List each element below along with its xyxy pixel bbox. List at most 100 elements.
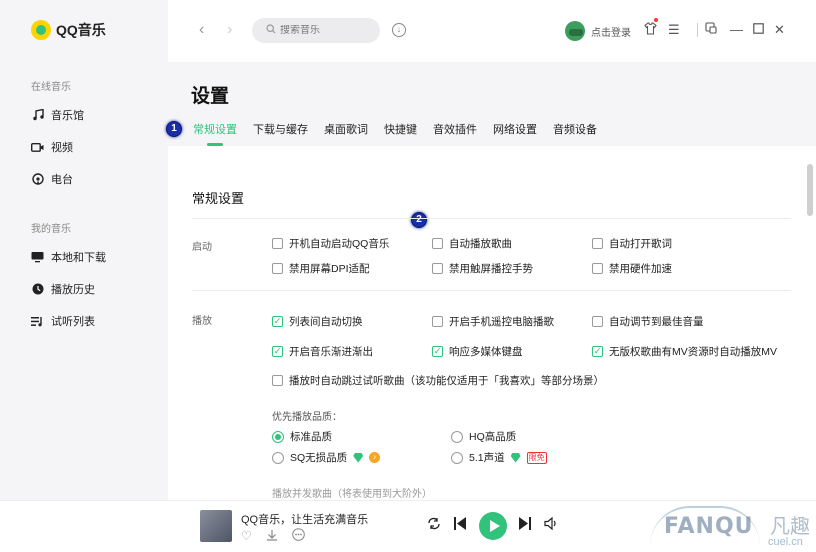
checkbox[interactable] xyxy=(272,238,283,249)
watermark-text: FANQU xyxy=(664,514,754,539)
option-disable-dpi[interactable]: 禁用屏幕DPI适配 xyxy=(272,261,370,276)
volume-icon[interactable] xyxy=(544,516,558,534)
album-cover[interactable] xyxy=(200,510,232,542)
sidebar-item-radio[interactable]: 电台 xyxy=(31,171,73,187)
sidebar-item-label: 音乐馆 xyxy=(51,110,84,122)
page-title: 设置 xyxy=(191,86,230,107)
sidebar-item-music-hall[interactable]: 音乐馆 xyxy=(31,107,84,123)
vip-diamond-icon xyxy=(510,452,521,463)
top-bar: ‹ › ↓ 点击登录 ☰ — ✕ xyxy=(168,0,816,62)
option-skip-trial[interactable]: 播放时自动跳过试听歌曲（该功能仅适用于「我喜欢」等部分场景） xyxy=(272,373,604,388)
checkbox[interactable] xyxy=(432,238,443,249)
search-box[interactable] xyxy=(252,18,380,43)
option-disable-hw-accel[interactable]: 禁用硬件加速 xyxy=(592,261,672,276)
option-label: 禁用硬件加速 xyxy=(609,263,672,275)
tab-desktop-lyrics[interactable]: 桌面歌词 xyxy=(324,121,368,143)
option-label: 响应多媒体键盘 xyxy=(449,346,523,358)
previous-track-icon[interactable] xyxy=(454,517,466,534)
sidebar-item-label: 试听列表 xyxy=(51,316,95,328)
checkbox[interactable] xyxy=(592,316,603,327)
tab-sound-plugins[interactable]: 音效插件 xyxy=(433,121,477,143)
more-icon[interactable] xyxy=(292,528,305,544)
divider xyxy=(697,23,698,37)
option-auto-mv[interactable]: ✓ 无版权歌曲有MV资源时自动播放MV xyxy=(592,344,777,359)
repeat-icon[interactable] xyxy=(427,517,441,534)
option-label: 禁用屏幕DPI适配 xyxy=(289,263,370,275)
sidebar-group-mine: 我的音乐 xyxy=(31,224,71,235)
tab-shortcuts[interactable]: 快捷键 xyxy=(384,121,417,143)
search-icon xyxy=(266,24,276,37)
radio-hq-quality[interactable]: HQ高品质 xyxy=(451,429,516,444)
download-icon[interactable]: ↓ xyxy=(392,23,406,37)
play-button[interactable] xyxy=(479,512,507,540)
download-icon[interactable] xyxy=(266,529,278,544)
login-button[interactable]: 点击登录 xyxy=(565,21,631,41)
divider xyxy=(192,290,791,291)
forward-arrow-icon[interactable]: › xyxy=(227,21,232,39)
radio-51-channel[interactable]: 5.1声道 限免 xyxy=(451,450,547,465)
next-track-icon[interactable] xyxy=(519,517,531,534)
scrollbar-thumb[interactable] xyxy=(807,164,813,216)
mini-mode-icon[interactable] xyxy=(705,22,717,38)
checkbox[interactable] xyxy=(592,238,603,249)
minimize-icon[interactable]: — xyxy=(730,22,743,38)
radio-button[interactable] xyxy=(272,451,284,464)
tab-network[interactable]: 网络设置 xyxy=(493,121,537,143)
option-label: 开启手机遥控电脑播歌 xyxy=(449,316,554,328)
watermark-sub: cuel.cn xyxy=(768,536,803,548)
free-limited-tag: 限免 xyxy=(526,451,547,464)
option-label: 禁用触屏播控手势 xyxy=(449,263,533,275)
music-note-icon xyxy=(31,109,44,122)
app-logo[interactable]: QQ音乐 xyxy=(31,20,106,40)
skin-icon[interactable] xyxy=(644,22,657,39)
option-list-auto-switch[interactable]: ✓ 列表间自动切换 xyxy=(272,314,363,329)
notification-dot xyxy=(654,18,658,22)
option-auto-volume[interactable]: 自动调节到最佳音量 xyxy=(592,314,704,329)
checkbox[interactable] xyxy=(272,263,283,274)
checkbox[interactable]: ✓ xyxy=(272,316,283,327)
radio-button[interactable] xyxy=(272,430,284,443)
radio-button[interactable] xyxy=(451,430,463,443)
menu-icon[interactable]: ☰ xyxy=(668,22,680,38)
option-label: SQ无损品质 xyxy=(290,452,348,464)
option-autoplay[interactable]: 自动播放歌曲 xyxy=(432,236,512,251)
checkbox[interactable]: ✓ xyxy=(272,346,283,357)
settings-tabs: 常规设置 下载与缓存 桌面歌词 快捷键 音效插件 网络设置 音频设备 xyxy=(193,121,597,146)
option-auto-lyrics[interactable]: 自动打开歌词 xyxy=(592,236,672,251)
tab-audio-device[interactable]: 音频设备 xyxy=(553,121,597,143)
back-arrow-icon[interactable]: ‹ xyxy=(199,21,204,39)
search-input[interactable] xyxy=(280,25,370,36)
section-title: 常规设置 xyxy=(192,191,245,206)
checkbox[interactable] xyxy=(592,263,603,274)
radio-standard-quality[interactable]: 标准品质 xyxy=(272,429,332,444)
checkbox[interactable]: ✓ xyxy=(432,346,443,357)
radio-sq-quality[interactable]: SQ无损品质 ♪ xyxy=(272,450,381,465)
option-fade-in-out[interactable]: ✓ 开启音乐渐进渐出 xyxy=(272,344,373,359)
option-media-keys[interactable]: ✓ 响应多媒体键盘 xyxy=(432,344,523,359)
checkbox[interactable]: ✓ xyxy=(592,346,603,357)
heart-icon[interactable]: ♡ xyxy=(241,529,252,543)
quality-label: 优先播放品质： xyxy=(272,412,342,423)
checkbox[interactable] xyxy=(432,263,443,274)
sidebar-item-label: 播放历史 xyxy=(51,284,95,296)
vip-diamond-icon xyxy=(353,452,364,463)
sidebar-item-play-history[interactable]: 播放历史 xyxy=(31,281,95,297)
option-autostart[interactable]: 开机自动启动QQ音乐 xyxy=(272,236,389,251)
checkbox[interactable] xyxy=(432,316,443,327)
sidebar-item-label: 视频 xyxy=(51,142,73,154)
sidebar-item-trial-list[interactable]: 试听列表 xyxy=(31,313,95,329)
maximize-icon[interactable] xyxy=(753,22,764,38)
option-disable-touch[interactable]: 禁用触屏播控手势 xyxy=(432,261,533,276)
close-icon[interactable]: ✕ xyxy=(774,22,785,38)
login-label: 点击登录 xyxy=(591,27,631,39)
option-phone-remote[interactable]: 开启手机遥控电脑播歌 xyxy=(432,314,554,329)
settings-page: 设置 常规设置 下载与缓存 桌面歌词 快捷键 音效插件 网络设置 音频设备 1 … xyxy=(166,62,816,500)
tab-general[interactable]: 常规设置 xyxy=(193,121,237,146)
sidebar-item-video[interactable]: 视频 xyxy=(31,139,73,155)
sidebar-item-local-download[interactable]: 本地和下载 xyxy=(31,249,106,265)
tab-download-cache[interactable]: 下载与缓存 xyxy=(253,121,308,143)
radio-button[interactable] xyxy=(451,451,463,464)
checkbox[interactable] xyxy=(272,375,283,386)
playlist-icon xyxy=(31,315,44,328)
settings-header: 设置 常规设置 下载与缓存 桌面歌词 快捷键 音效插件 网络设置 音频设备 1 xyxy=(166,62,816,146)
